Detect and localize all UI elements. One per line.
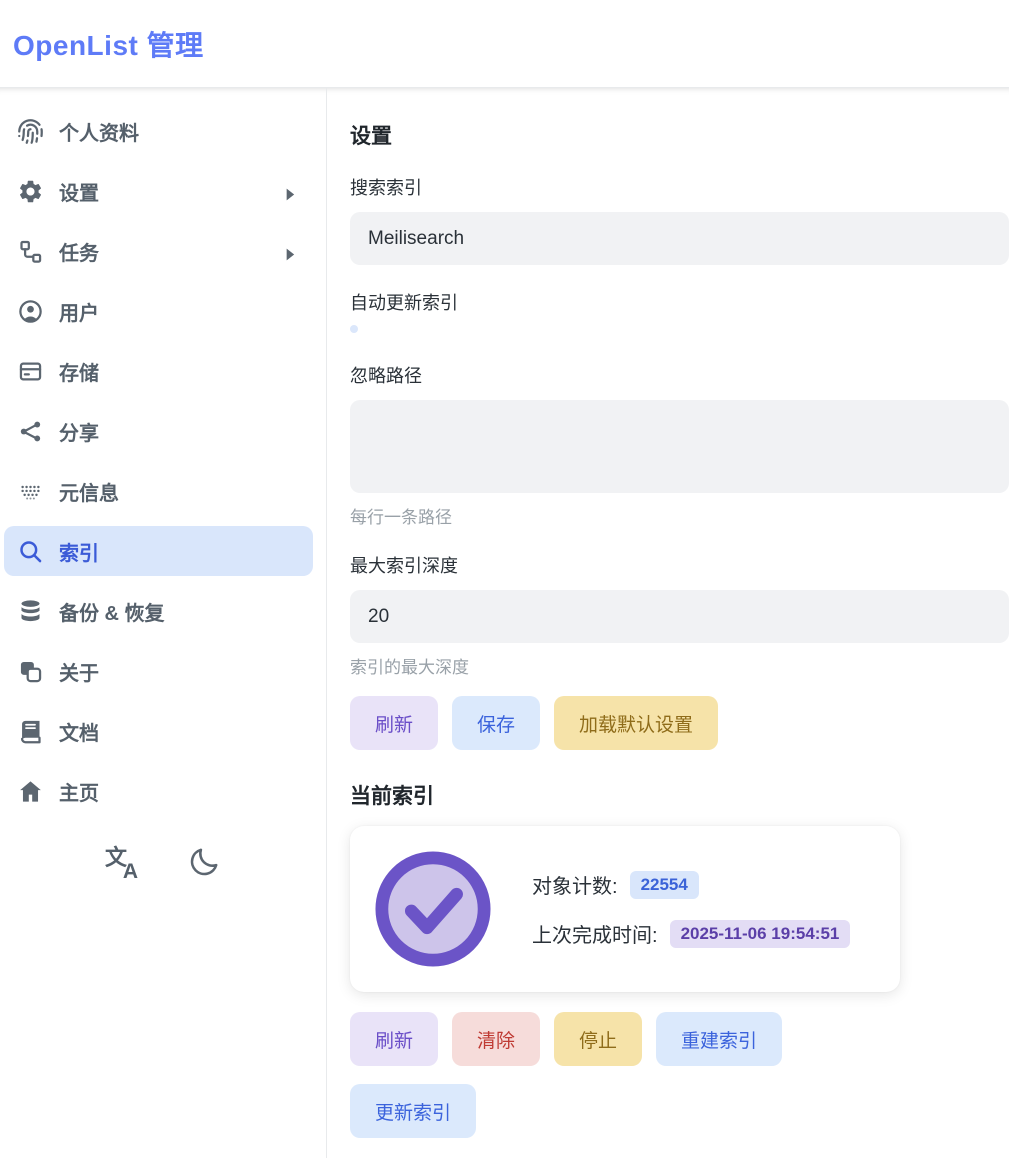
sidebar-item-label: 主页 bbox=[59, 777, 99, 806]
main-content: 设置 搜索索引 自动更新索引 忽略路径 每行一条路径 最大索引深度 索引的最大深… bbox=[327, 88, 1009, 1158]
theme-toggle-button[interactable] bbox=[184, 842, 224, 882]
fingerprint-icon bbox=[17, 118, 44, 145]
rebuild-index-button[interactable]: 重建索引 bbox=[656, 1012, 782, 1066]
check-circle-icon bbox=[374, 850, 492, 968]
sidebar-item-index[interactable]: 索引 bbox=[4, 526, 313, 576]
tasks-icon bbox=[17, 238, 44, 265]
translate-icon: 文A bbox=[104, 844, 140, 880]
gear-icon bbox=[17, 178, 44, 205]
app-header: OpenList 管理 bbox=[0, 0, 1009, 88]
sidebar-item-home[interactable]: 主页 bbox=[4, 766, 313, 816]
sidebar-item-share[interactable]: 分享 bbox=[4, 406, 313, 456]
sidebar-item-meta[interactable]: 元信息 bbox=[4, 466, 313, 516]
refresh-index-button[interactable]: 刷新 bbox=[350, 1012, 438, 1066]
current-index-card: 对象计数: 22554 上次完成时间: 2025-11-06 19:54:51 bbox=[350, 826, 900, 992]
settings-heading: 设置 bbox=[350, 120, 1009, 150]
update-index-button[interactable]: 更新索引 bbox=[350, 1084, 476, 1138]
last-done-row: 上次完成时间: 2025-11-06 19:54:51 bbox=[532, 919, 850, 948]
storage-icon bbox=[17, 358, 44, 385]
sidebar-item-label: 任务 bbox=[59, 237, 99, 266]
auto-update-toggle[interactable] bbox=[350, 325, 358, 333]
auto-update-label: 自动更新索引 bbox=[350, 289, 1009, 315]
sidebar-item-label: 元信息 bbox=[59, 477, 119, 506]
sidebar-item-label: 索引 bbox=[59, 537, 99, 566]
search-icon bbox=[17, 538, 44, 565]
app-title: OpenList 管理 bbox=[13, 24, 204, 64]
last-done-badge: 2025-11-06 19:54:51 bbox=[670, 920, 851, 948]
sidebar-item-label: 设置 bbox=[59, 177, 99, 206]
object-count-label: 对象计数: bbox=[532, 870, 618, 899]
sidebar-item-storage[interactable]: 存储 bbox=[4, 346, 313, 396]
object-count-badge: 22554 bbox=[630, 871, 699, 899]
sidebar-item-label: 文档 bbox=[59, 717, 99, 746]
stop-index-button[interactable]: 停止 bbox=[554, 1012, 642, 1066]
chevron-right-icon bbox=[280, 241, 300, 261]
sidebar-item-label: 分享 bbox=[59, 417, 99, 446]
settings-buttons: 刷新 保存 加载默认设置 bbox=[350, 696, 1009, 750]
sidebar-footer: 文A bbox=[0, 842, 326, 882]
app-body: 个人资料 设置 任务 bbox=[0, 88, 1009, 1158]
book-icon bbox=[17, 718, 44, 745]
sidebar-item-label: 个人资料 bbox=[59, 117, 139, 146]
sidebar-item-about[interactable]: 关于 bbox=[4, 646, 313, 696]
user-icon bbox=[17, 298, 44, 325]
sidebar: 个人资料 设置 任务 bbox=[0, 88, 327, 1158]
sidebar-item-label: 用户 bbox=[59, 297, 99, 326]
object-count-row: 对象计数: 22554 bbox=[532, 870, 850, 899]
sidebar-item-settings[interactable]: 设置 bbox=[4, 166, 313, 216]
copy-icon bbox=[17, 658, 44, 685]
moon-icon bbox=[187, 845, 221, 879]
share-icon bbox=[17, 418, 44, 445]
last-done-label: 上次完成时间: bbox=[532, 919, 658, 948]
language-switch-button[interactable]: 文A bbox=[102, 842, 142, 882]
sidebar-item-users[interactable]: 用户 bbox=[4, 286, 313, 336]
app-window: OpenList 管理 个人资料 设置 bbox=[0, 0, 1009, 1158]
sidebar-item-label: 存储 bbox=[59, 357, 99, 386]
meta-dots-icon bbox=[17, 478, 44, 505]
sidebar-item-backup[interactable]: 备份 & 恢复 bbox=[4, 586, 313, 636]
current-index-heading: 当前索引 bbox=[350, 780, 1009, 810]
ignore-paths-hint: 每行一条路径 bbox=[350, 503, 1009, 528]
index-buttons-row-2: 更新索引 bbox=[350, 1084, 1009, 1138]
home-icon bbox=[17, 778, 44, 805]
index-info: 对象计数: 22554 上次完成时间: 2025-11-06 19:54:51 bbox=[532, 870, 850, 948]
search-index-select[interactable] bbox=[350, 212, 1009, 265]
sidebar-item-docs[interactable]: 文档 bbox=[4, 706, 313, 756]
max-depth-input[interactable] bbox=[350, 590, 1009, 643]
sidebar-item-tasks[interactable]: 任务 bbox=[4, 226, 313, 276]
toggle-knob bbox=[331, 332, 351, 352]
clear-index-button[interactable]: 清除 bbox=[452, 1012, 540, 1066]
sidebar-item-label: 备份 & 恢复 bbox=[59, 597, 165, 626]
max-depth-hint: 索引的最大深度 bbox=[350, 653, 1009, 678]
save-button[interactable]: 保存 bbox=[452, 696, 540, 750]
refresh-settings-button[interactable]: 刷新 bbox=[350, 696, 438, 750]
ignore-paths-textarea[interactable] bbox=[350, 400, 1009, 493]
search-index-label: 搜索索引 bbox=[350, 174, 1009, 200]
index-buttons-row-1: 刷新 清除 停止 重建索引 bbox=[350, 1012, 1009, 1066]
chevron-right-icon bbox=[280, 181, 300, 201]
max-depth-label: 最大索引深度 bbox=[350, 552, 1009, 578]
sidebar-item-profile[interactable]: 个人资料 bbox=[4, 106, 313, 156]
load-defaults-button[interactable]: 加载默认设置 bbox=[554, 696, 718, 750]
database-icon bbox=[17, 598, 44, 625]
sidebar-item-label: 关于 bbox=[59, 657, 99, 686]
ignore-paths-label: 忽略路径 bbox=[350, 362, 1009, 388]
